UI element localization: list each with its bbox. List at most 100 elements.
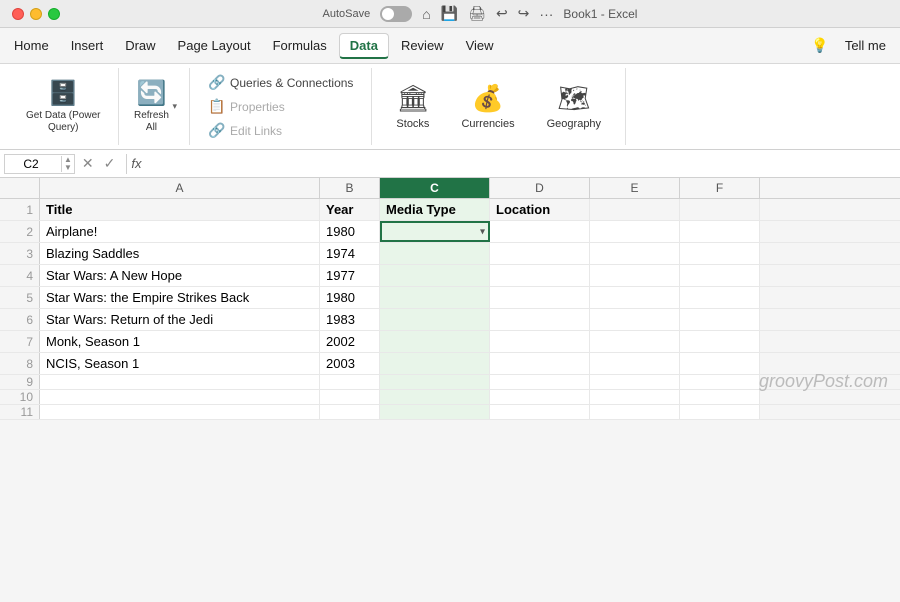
geography-button[interactable]: 🗺 Geography — [539, 79, 609, 134]
cancel-formula-button[interactable]: ✕ — [79, 155, 97, 172]
cell-b6[interactable]: 1983 — [320, 309, 380, 330]
col-header-c[interactable]: C — [380, 178, 490, 198]
cell-e9[interactable] — [590, 375, 680, 389]
col-header-d[interactable]: D — [490, 178, 590, 198]
cell-f10[interactable] — [680, 390, 760, 404]
menu-tell-me[interactable]: Tell me — [835, 34, 896, 57]
cell-d8[interactable] — [490, 353, 590, 374]
cell-e11[interactable] — [590, 405, 680, 419]
traffic-lights[interactable] — [12, 8, 60, 20]
cell-a5[interactable]: Star Wars: the Empire Strikes Back — [40, 287, 320, 308]
cell-f4[interactable] — [680, 265, 760, 286]
cell-d4[interactable] — [490, 265, 590, 286]
cell-d1[interactable]: Location — [490, 199, 590, 220]
cell-e1[interactable] — [590, 199, 680, 220]
cell-d10[interactable] — [490, 390, 590, 404]
menu-formulas[interactable]: Formulas — [263, 34, 337, 57]
formula-input[interactable] — [146, 154, 896, 173]
col-header-a[interactable]: A — [40, 178, 320, 198]
cell-e10[interactable] — [590, 390, 680, 404]
cell-b2[interactable]: 1980 — [320, 221, 380, 242]
cell-d2[interactable] — [490, 221, 590, 242]
col-header-f[interactable]: F — [680, 178, 760, 198]
cell-b3[interactable]: 1974 — [320, 243, 380, 264]
queries-connections-button[interactable]: 🔗 Queries & Connections — [202, 72, 359, 93]
cell-e2[interactable] — [590, 221, 680, 242]
col-header-b[interactable]: B — [320, 178, 380, 198]
undo-icon[interactable]: ↩ — [496, 5, 508, 22]
cell-d6[interactable] — [490, 309, 590, 330]
cell-c8[interactable] — [380, 353, 490, 374]
cell-c9[interactable] — [380, 375, 490, 389]
cell-e4[interactable] — [590, 265, 680, 286]
cell-reference-box[interactable] — [5, 155, 57, 173]
cell-c1[interactable]: Media Type — [380, 199, 490, 220]
cell-c6[interactable] — [380, 309, 490, 330]
home-icon[interactable]: ⌂ — [422, 6, 430, 22]
cell-a9[interactable] — [40, 375, 320, 389]
menu-review[interactable]: Review — [391, 34, 454, 57]
confirm-formula-button[interactable]: ✓ — [101, 155, 119, 172]
cell-b11[interactable] — [320, 405, 380, 419]
cell-b1[interactable]: Year — [320, 199, 380, 220]
cell-b5[interactable]: 1980 — [320, 287, 380, 308]
cell-e5[interactable] — [590, 287, 680, 308]
minimize-button[interactable] — [30, 8, 42, 20]
cell-a6[interactable]: Star Wars: Return of the Jedi — [40, 309, 320, 330]
cell-e6[interactable] — [590, 309, 680, 330]
cell-f7[interactable] — [680, 331, 760, 352]
cell-e8[interactable] — [590, 353, 680, 374]
cell-c4[interactable] — [380, 265, 490, 286]
currencies-button[interactable]: 💰 Currencies — [453, 79, 522, 134]
cell-e3[interactable] — [590, 243, 680, 264]
cell-b7[interactable]: 2002 — [320, 331, 380, 352]
cell-a10[interactable] — [40, 390, 320, 404]
cell-a1[interactable]: Title — [40, 199, 320, 220]
cell-f6[interactable] — [680, 309, 760, 330]
menu-home[interactable]: Home — [4, 34, 59, 57]
cell-c5[interactable] — [380, 287, 490, 308]
cell-c7[interactable] — [380, 331, 490, 352]
cell-c10[interactable] — [380, 390, 490, 404]
cell-c11[interactable] — [380, 405, 490, 419]
save-icon[interactable]: 💾 — [441, 5, 458, 22]
cell-f11[interactable] — [680, 405, 760, 419]
menu-page-layout[interactable]: Page Layout — [168, 34, 261, 57]
cell-d11[interactable] — [490, 405, 590, 419]
redo-icon[interactable]: ↪ — [518, 5, 530, 22]
cell-b10[interactable] — [320, 390, 380, 404]
cell-ref-down-arrow[interactable]: ▼ — [64, 164, 72, 172]
cell-b9[interactable] — [320, 375, 380, 389]
cell-f1[interactable] — [680, 199, 760, 220]
cell-f3[interactable] — [680, 243, 760, 264]
dropdown-arrow-icon[interactable]: ▾ — [480, 226, 485, 237]
cell-d3[interactable] — [490, 243, 590, 264]
maximize-button[interactable] — [48, 8, 60, 20]
cell-e7[interactable] — [590, 331, 680, 352]
menu-view[interactable]: View — [456, 34, 504, 57]
autosave-toggle[interactable] — [380, 6, 412, 22]
cell-a4[interactable]: Star Wars: A New Hope — [40, 265, 320, 286]
print-icon[interactable]: 🖨 — [468, 5, 486, 22]
cell-f5[interactable] — [680, 287, 760, 308]
cell-c3[interactable] — [380, 243, 490, 264]
cell-c2[interactable]: ▾ — [380, 221, 490, 242]
stocks-button[interactable]: 🏛 Stocks — [388, 79, 437, 134]
properties-button[interactable]: 📋 Properties — [202, 96, 342, 117]
cell-b8[interactable]: 2003 — [320, 353, 380, 374]
cell-f8[interactable] — [680, 353, 760, 374]
menu-data[interactable]: Data — [339, 33, 389, 59]
refresh-dropdown-arrow[interactable]: ▾ — [172, 101, 177, 112]
cell-d5[interactable] — [490, 287, 590, 308]
cell-a8[interactable]: NCIS, Season 1 — [40, 353, 320, 374]
cell-f9[interactable] — [680, 375, 760, 389]
cell-f2[interactable] — [680, 221, 760, 242]
refresh-all-button[interactable]: 🔄 RefreshAll — [131, 75, 171, 138]
cell-a7[interactable]: Monk, Season 1 — [40, 331, 320, 352]
cell-a3[interactable]: Blazing Saddles — [40, 243, 320, 264]
menu-draw[interactable]: Draw — [115, 34, 165, 57]
cell-b4[interactable]: 1977 — [320, 265, 380, 286]
cell-d9[interactable] — [490, 375, 590, 389]
cell-a11[interactable] — [40, 405, 320, 419]
menu-insert[interactable]: Insert — [61, 34, 114, 57]
